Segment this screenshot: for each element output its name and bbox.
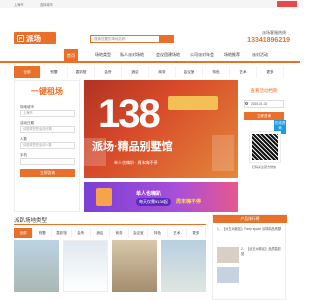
schedule-title: 查看活动档期	[250, 88, 278, 93]
promo-line2: 周末嗨不停	[176, 199, 202, 205]
banner-decor-right	[212, 135, 234, 171]
promo-banner[interactable]: 单人也嗨趴 每天仅需¥138起 周末嗨不停	[84, 182, 238, 212]
banner-sub: 单人也嗨趴 · 周末嗨不停	[114, 160, 158, 165]
tab-art[interactable]: 艺术	[168, 228, 187, 238]
venue-thumb[interactable]	[63, 240, 108, 292]
qr-code-icon	[249, 131, 281, 163]
category-all[interactable]: 全部	[14, 66, 41, 78]
product-thumb[interactable]	[217, 267, 239, 283]
hero-banner[interactable]: 138 派场·精品别墅馆 单人也嗨趴 · 周末嗨不停	[84, 80, 238, 178]
date-picker[interactable]: 2025-01-02	[244, 100, 284, 108]
qr-label: 扫码关注官方微信	[251, 165, 276, 169]
people-field[interactable]: 请选择您的活动人数	[20, 142, 75, 149]
tab-special[interactable]: 特色	[148, 228, 168, 238]
tab-hotel[interactable]: 酒店	[91, 228, 111, 238]
category-business[interactable]: 商务	[149, 66, 176, 78]
hotline-label: 派场客服热线	[262, 30, 286, 35]
category-bar: 全部 别墅 轰趴馆 会所 酒店 商务 会议室 特色 艺术 更多	[14, 66, 284, 78]
nav-item-party[interactable]: 私人派对场地	[120, 52, 144, 58]
section-title: 派趴场地类型	[14, 218, 48, 224]
city-field[interactable]: 上海市	[20, 110, 75, 117]
nav-item-annual[interactable]: 公司派对年会	[190, 52, 214, 58]
tab-all[interactable]: 全部	[14, 228, 34, 238]
gift-icon	[96, 188, 112, 206]
nav-item-meeting[interactable]: 会议团建场地	[156, 52, 180, 58]
venue-thumb[interactable]	[161, 240, 206, 292]
main-nav: 首页 场地类型 私人派对场地 会议团建场地 公司派对年会 场地推荐 派对活动	[0, 49, 300, 63]
tab-business[interactable]: 商务	[110, 228, 130, 238]
tab-club[interactable]: 会所	[72, 228, 91, 238]
promo-badge[interactable]	[277, 1, 297, 7]
product-ranking: 产品排行榜 1、【派五洲新区】Party space 派场精品别墅 2、【派五洲…	[212, 214, 287, 300]
top-bar: 上海市 选择城市	[0, 0, 300, 8]
category-more[interactable]: 更多	[257, 66, 284, 78]
product-ranking-title: 产品排行榜	[213, 215, 287, 223]
category-hotel[interactable]: 酒店	[122, 66, 149, 78]
promo-tag: 每天仅需¥138起	[136, 198, 171, 206]
promo-line1: 单人也嗨趴	[136, 191, 162, 197]
nav-item-events[interactable]: 派对活动	[252, 52, 268, 58]
banner-badge	[168, 96, 218, 110]
phone-field[interactable]	[20, 158, 75, 165]
submit-button[interactable]: 立即咨询	[20, 169, 75, 177]
nav-item-home[interactable]: 首页	[64, 49, 78, 63]
product-thumb[interactable]	[217, 247, 239, 263]
category-club[interactable]: 会所	[95, 66, 122, 78]
banner-price: 138	[98, 92, 161, 136]
search-button[interactable]	[160, 35, 174, 43]
nav-item-recommend[interactable]: 场地推荐	[224, 52, 240, 58]
tab-more[interactable]: 更多	[187, 228, 207, 238]
category-special[interactable]: 特色	[203, 66, 230, 78]
booking-panel: 一键租场 场地城市 上海市 活动日期 请选择您的活动日期 人数 请选择您的活动人…	[14, 80, 80, 212]
venue-thumbnails	[14, 240, 206, 292]
product-item[interactable]: 2、【派五洲新区】品质轰趴馆	[241, 247, 283, 256]
tab-party-hall[interactable]: 轰趴馆	[52, 228, 72, 238]
product-item[interactable]: 1、【派五洲新区】Party space 派场精品别墅	[217, 227, 283, 232]
category-villa[interactable]: 别墅	[41, 66, 68, 78]
category-meeting-room[interactable]: 会议室	[176, 66, 203, 78]
right-sidebar: 查看活动档期 2025-01-02 立即咨询 在线咨询 扫码关注官方微信	[242, 80, 286, 212]
banner-slogan: 派场·精品别墅馆	[92, 141, 173, 153]
logo-icon: P	[17, 34, 24, 42]
login-link[interactable]: 上海市	[14, 2, 24, 7]
city-select[interactable]: 选择城市	[40, 2, 53, 7]
search-input[interactable]: 搜索您要的场地名称	[90, 35, 160, 43]
date-field[interactable]: 请选择您的活动日期	[20, 126, 75, 133]
nav-item-types[interactable]: 场地类型	[95, 52, 111, 58]
tab-meeting[interactable]: 会议室	[129, 228, 149, 238]
consult-button[interactable]: 立即咨询	[244, 112, 284, 120]
section-divider	[14, 224, 206, 225]
venue-thumb[interactable]	[112, 240, 157, 292]
hotline-phone[interactable]: 13341896219	[247, 37, 290, 44]
tab-villa[interactable]: 别墅	[33, 228, 53, 238]
venue-tabs: 全部 别墅 轰趴馆 会所 酒店 商务 会议室 特色 艺术 更多	[14, 228, 207, 238]
booking-title: 一键租场	[31, 87, 63, 96]
logo-text: 派场	[26, 33, 41, 43]
venue-thumb[interactable]	[14, 240, 59, 292]
category-party-hall[interactable]: 轰趴馆	[68, 66, 95, 78]
category-art[interactable]: 艺术	[230, 66, 257, 78]
site-logo[interactable]: P 派场	[14, 32, 56, 44]
